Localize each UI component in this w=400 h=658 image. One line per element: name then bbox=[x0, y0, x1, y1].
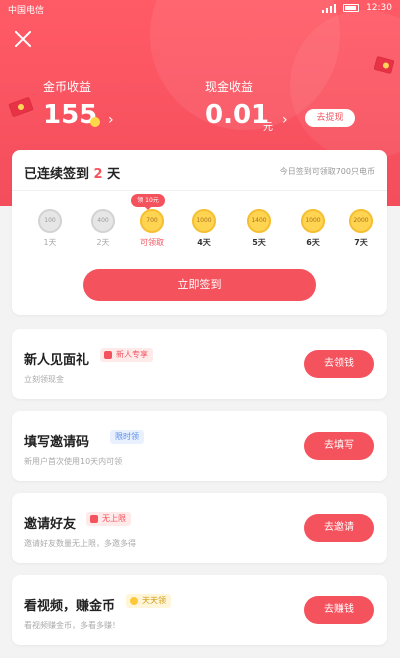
day-label: 6天 bbox=[306, 238, 320, 247]
task-title: 填写邀请码 bbox=[24, 435, 90, 450]
task-subtitle: 邀请好友数量无上限，多邀多得 bbox=[24, 539, 136, 548]
day-label: 4天 bbox=[197, 238, 211, 247]
signin-day: 1000 6天 bbox=[295, 209, 331, 248]
task-title: 看视频，赚金币 bbox=[24, 599, 116, 614]
coin-icon bbox=[90, 117, 100, 127]
invite-button[interactable]: 去邀请 bbox=[304, 514, 374, 542]
signin-day: 1400 5天 bbox=[241, 209, 277, 248]
battery-icon bbox=[343, 4, 359, 12]
coin-icon: 1000 bbox=[301, 209, 325, 233]
task-tag: 限时领 bbox=[110, 430, 144, 444]
day-label: 可领取 bbox=[140, 238, 164, 247]
task-subtitle: 立刻领现金 bbox=[24, 375, 64, 384]
task-tag-label: 天天领 bbox=[142, 596, 166, 605]
task-card: 邀请好友 无上限 邀请好友数量无上限，多邀多得 去邀请 bbox=[12, 493, 387, 563]
carrier-name: 中国电信 bbox=[8, 6, 45, 16]
signin-day: 400 2天 bbox=[85, 209, 121, 248]
status-bar: 中国电信 12:30 bbox=[0, 0, 400, 18]
gift-icon bbox=[90, 515, 98, 523]
signin-card: 已连续签到 2 天 今日签到可领取700只电币 领 10元 100 1天 400… bbox=[12, 150, 387, 315]
signin-day-today[interactable]: 700 可领取 bbox=[134, 209, 170, 248]
gift-icon bbox=[104, 351, 112, 359]
cash-earnings-value: 0.01 bbox=[205, 100, 270, 130]
coin-icon: 1000 bbox=[192, 209, 216, 233]
task-tag-label: 限时领 bbox=[115, 432, 139, 441]
signin-day: 1000 4天 bbox=[186, 209, 222, 248]
coin-earnings-value: 155 bbox=[43, 100, 98, 130]
task-tag: 新人专享 bbox=[100, 348, 153, 362]
coin-icon bbox=[130, 597, 138, 605]
task-tag-label: 无上限 bbox=[102, 514, 126, 523]
coin-icon: 2000 bbox=[349, 209, 373, 233]
signin-day: 2000 7天 bbox=[343, 209, 379, 248]
divider bbox=[12, 190, 387, 191]
task-card: 看视频，赚金币 天天领 看视频赚金币，多看多赚！ 去赚钱 bbox=[12, 575, 387, 645]
coin-icon: 400 bbox=[91, 209, 115, 233]
signin-title-prefix: 已连续签到 bbox=[24, 167, 90, 182]
fill-code-button[interactable]: 去填写 bbox=[304, 432, 374, 460]
claim-cash-button[interactable]: 去领钱 bbox=[304, 350, 374, 378]
coin-icon: 1400 bbox=[247, 209, 271, 233]
task-subtitle: 看视频赚金币，多看多赚！ bbox=[24, 621, 120, 630]
withdraw-button[interactable]: 去提现 bbox=[305, 109, 355, 127]
earn-money-button[interactable]: 去赚钱 bbox=[304, 596, 374, 624]
cash-unit: 元 bbox=[263, 122, 273, 133]
task-title: 新人见面礼 bbox=[24, 353, 90, 368]
signin-title-suffix: 天 bbox=[107, 167, 121, 182]
day-label: 7天 bbox=[354, 238, 368, 247]
chevron-right-icon[interactable]: › bbox=[282, 112, 288, 128]
clock: 12:30 bbox=[366, 3, 392, 13]
day-label: 2天 bbox=[96, 238, 110, 247]
task-card: 新人见面礼 新人专享 立刻领现金 去领钱 bbox=[12, 329, 387, 399]
signin-day: 100 1天 bbox=[32, 209, 68, 248]
task-card: 填写邀请码 限时领 新用户首次使用10天内可领 去填写 bbox=[12, 411, 387, 481]
task-tag-label: 新人专享 bbox=[116, 350, 148, 359]
cash-earnings-label: 现金收益 bbox=[205, 80, 254, 94]
signin-now-button[interactable]: 立即签到 bbox=[83, 269, 316, 301]
signin-reward-note: 今日签到可领取700只电币 bbox=[279, 167, 375, 176]
today-reward-bubble: 领 10元 bbox=[131, 194, 165, 210]
task-tag: 天天领 bbox=[126, 594, 171, 608]
chevron-right-icon[interactable]: › bbox=[108, 112, 114, 128]
task-subtitle: 新用户首次使用10天内可领 bbox=[24, 457, 123, 466]
coin-icon: 100 bbox=[38, 209, 62, 233]
task-title: 邀请好友 bbox=[24, 517, 77, 532]
red-envelope-icon bbox=[8, 96, 34, 118]
day-label: 1天 bbox=[43, 238, 57, 247]
signal-icon bbox=[322, 4, 336, 13]
day-label: 5天 bbox=[252, 238, 266, 247]
streak-days: 2 bbox=[93, 167, 103, 182]
coin-icon: 700 bbox=[140, 209, 164, 233]
close-icon[interactable] bbox=[14, 30, 32, 48]
task-tag: 无上限 bbox=[86, 512, 131, 526]
coin-earnings-label: 金币收益 bbox=[43, 80, 92, 94]
signin-streak-title: 已连续签到 2 天 bbox=[24, 163, 120, 182]
